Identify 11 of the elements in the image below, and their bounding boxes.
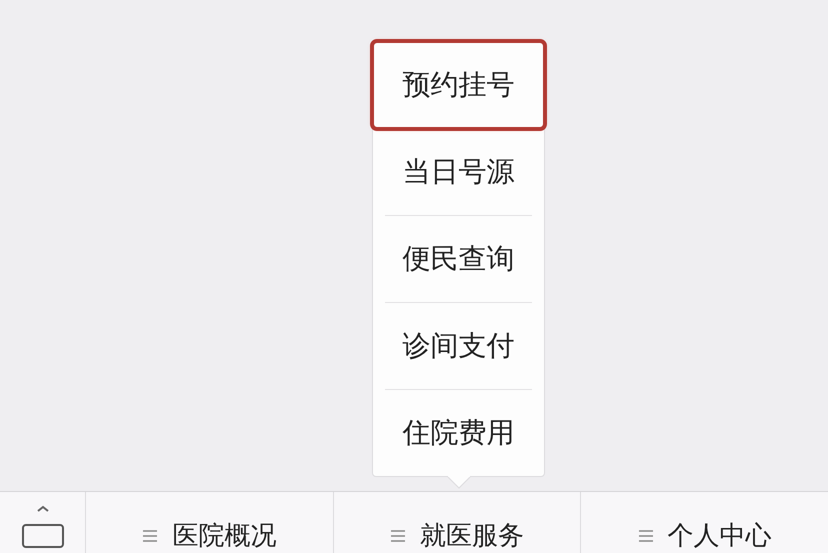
menu-icon <box>390 529 406 543</box>
menu-icon <box>142 529 158 543</box>
menu-item[interactable]: 诊间支付 <box>373 303 544 389</box>
menu-item[interactable]: 便民查询 <box>373 216 544 302</box>
menu-item[interactable]: 预约挂号 <box>373 42 544 128</box>
menu-icon <box>638 529 654 543</box>
menu-tab[interactable]: 个人中心 <box>581 492 828 553</box>
menu-tab[interactable]: 医院概况 <box>86 492 334 553</box>
menu-tab[interactable]: 就医服务 <box>334 492 582 553</box>
menu-item[interactable]: 住院费用 <box>373 390 544 476</box>
menu-item[interactable]: 当日号源 <box>373 129 544 215</box>
